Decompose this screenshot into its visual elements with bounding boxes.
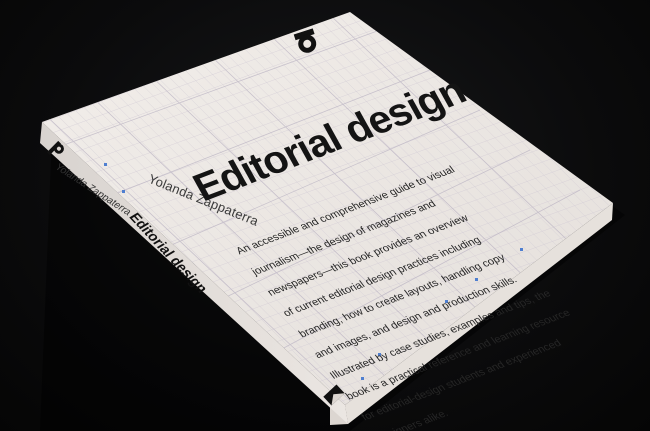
- photo-scene: Yolanda Zappaterra Editorial design An a…: [0, 0, 650, 431]
- book-illustration: [40, 12, 625, 431]
